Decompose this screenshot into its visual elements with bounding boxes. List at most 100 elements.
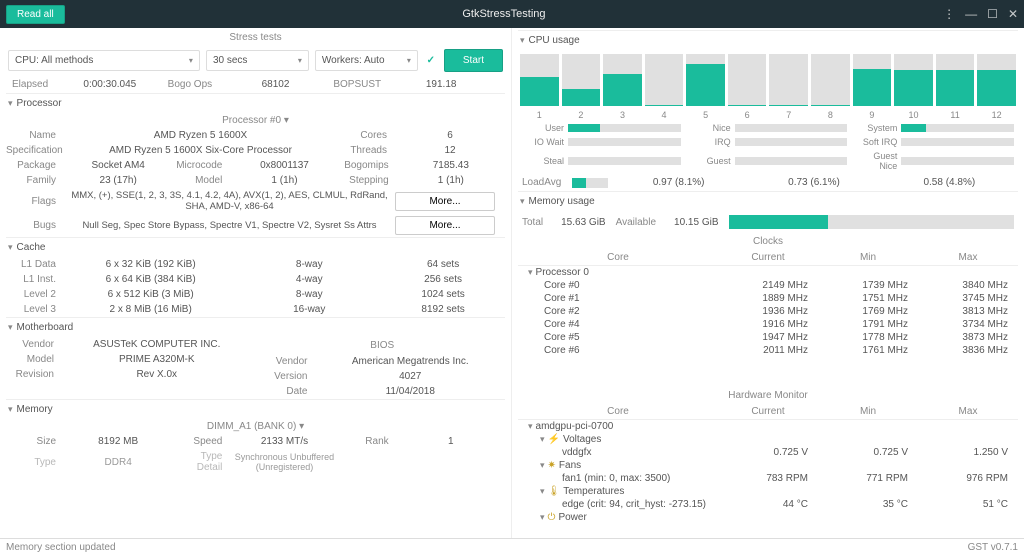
menu-icon[interactable]: ⋮ <box>943 7 955 21</box>
bios-vendor-value: American Megatrends Inc. <box>316 356 506 367</box>
proc-family-label: Family <box>6 175 64 186</box>
mem-rank-value: 1 <box>397 436 505 447</box>
cache-row: L1 Data6 x 32 KiB (192 KiB)8-way64 sets <box>6 257 505 272</box>
thermometer-icon: 🌡 <box>548 486 561 497</box>
check-icon[interactable]: ✓ <box>424 54 438 68</box>
statusbar: Memory section updated GST v0.7.1 <box>0 538 1024 556</box>
proc-spec-value: AMD Ryzen 5 1600X Six-Core Processor <box>64 145 337 156</box>
hwmon-voltages-node[interactable]: ▾⚡Voltages <box>518 433 1018 446</box>
cpu-meter-io-wait: IO Wait <box>522 136 681 148</box>
memory-bank-dropdown[interactable]: DIMM_A1 (BANK 0) ▾ <box>6 419 505 434</box>
proc-threads-label: Threads <box>337 145 395 156</box>
proc-threads-value: 12 <box>395 145 505 156</box>
cpu-method-dropdown[interactable]: CPU: All methods▾ <box>8 50 200 71</box>
loadavg-label: LoadAvg <box>522 177 566 188</box>
proc-cores-value: 6 <box>395 130 505 141</box>
proc-bugs-label: Bugs <box>6 220 64 231</box>
cpu-bar <box>853 54 892 106</box>
proc-flags-value: MMX, (+), SSE(1, 2, 3, 3S, 4.1, 4.2, 4A)… <box>64 190 395 212</box>
bios-header: BIOS <box>260 337 506 354</box>
power-icon: ⏻ <box>548 512 556 523</box>
bios-version-value: 4027 <box>316 371 506 382</box>
bugs-more-button[interactable]: More... <box>395 216 495 235</box>
cpu-meter-guest-nice: Guest Nice <box>855 150 1014 172</box>
hwmon-power-node[interactable]: ▾⏻Power <box>518 511 1018 524</box>
loadavg-bar-1 <box>572 178 608 188</box>
mb-model-value: PRIME A320M-K <box>62 354 252 365</box>
cpu-bar <box>520 54 559 106</box>
read-all-button[interactable]: Read all <box>6 5 65 24</box>
memory-usage-section-header[interactable]: Memory usage <box>518 191 1018 211</box>
clocks-proc-node[interactable]: ▾Processor 0 <box>518 266 1018 279</box>
right-column: CPU usage 123456789101112 UserNiceSystem… <box>512 28 1024 538</box>
mb-model-label: Model <box>6 354 62 365</box>
hwmon-edge-row: edge (crit: 94, crit_hyst: -273.15)44 °C… <box>518 498 1018 511</box>
cpu-bar <box>894 54 933 106</box>
minimize-icon[interactable]: — <box>965 7 977 21</box>
cpu-meter-user: User <box>522 122 681 134</box>
cpu-bar <box>603 54 642 106</box>
mb-rev-value: Rev X.0x <box>62 369 252 380</box>
hwmon-fans-node[interactable]: ▾✷Fans <box>518 459 1018 472</box>
processor-section-header[interactable]: Processor <box>6 93 505 113</box>
clock-row: Core #51947 MHz1778 MHz3873 MHz <box>518 331 1018 344</box>
mem-speed-label: Speed <box>172 436 230 447</box>
clock-row: Core #02149 MHz1739 MHz3840 MHz <box>518 279 1018 292</box>
memory-section-header[interactable]: Memory <box>6 399 505 419</box>
mem-avail-value: 10.15 GiB <box>674 217 718 228</box>
proc-bugs-value: Null Seg, Spec Store Bypass, Spectre V1,… <box>64 220 395 231</box>
bios-vendor-label: Vendor <box>260 356 316 367</box>
cpu-meter-grid: UserNiceSystemIO WaitIRQSoft IRQStealGue… <box>518 120 1018 174</box>
clock-row: Core #41916 MHz1791 MHz3734 MHz <box>518 318 1018 331</box>
maximize-icon[interactable]: ☐ <box>987 7 998 21</box>
cpu-bar <box>936 54 975 106</box>
cpu-meter-irq: IRQ <box>689 136 848 148</box>
mem-total-label: Total <box>522 217 551 228</box>
hwmon-title: Hardware Monitor <box>518 387 1018 404</box>
bios-date-label: Date <box>260 386 316 397</box>
mem-avail-label: Available <box>616 217 664 228</box>
processor-chip-dropdown[interactable]: Processor #0 ▾ <box>6 113 505 128</box>
loadavg-5: 0.73 (6.1%) <box>749 177 878 188</box>
stress-tests-header: Stress tests <box>6 30 505 45</box>
proc-cores-label: Cores <box>337 130 395 141</box>
hwmon-temps-node[interactable]: ▾🌡Temperatures <box>518 485 1018 498</box>
cpu-usage-bars <box>518 50 1018 110</box>
elapsed-label: Elapsed <box>12 79 52 90</box>
cache-row: L1 Inst.6 x 64 KiB (384 KiB)4-way256 set… <box>6 272 505 287</box>
proc-stepping-label: Stepping <box>339 175 397 186</box>
proc-name-label: Name <box>6 130 64 141</box>
cpu-bar <box>686 54 725 106</box>
cpu-usage-section-header[interactable]: CPU usage <box>518 30 1018 50</box>
hwmon-device-node[interactable]: ▾amdgpu-pci-0700 <box>518 420 1018 433</box>
close-icon[interactable]: ✕ <box>1008 7 1018 21</box>
chevron-down-icon: ▾ <box>407 56 411 65</box>
cache-section-header[interactable]: Cache <box>6 237 505 257</box>
duration-dropdown[interactable]: 30 secs▾ <box>206 50 309 71</box>
bolt-icon: ⚡ <box>548 434 560 445</box>
cpu-bar <box>769 54 808 106</box>
start-button[interactable]: Start <box>444 49 503 72</box>
bios-date-value: 11/04/2018 <box>316 386 506 397</box>
proc-stepping-value: 1 (1h) <box>397 175 505 186</box>
clock-row: Core #62011 MHz1761 MHz3836 MHz <box>518 344 1018 357</box>
loadavg-row: LoadAvg 0.97 (8.1%) 0.73 (6.1%) 0.58 (4.… <box>518 174 1018 191</box>
chevron-down-icon: ▾ <box>189 56 193 65</box>
cpu-bar <box>562 54 601 106</box>
statusbar-right: GST v0.7.1 <box>968 542 1018 553</box>
proc-microcode-label: Microcode <box>172 160 230 171</box>
motherboard-section-header[interactable]: Motherboard <box>6 317 505 337</box>
mem-speed-value: 2133 MT/s <box>230 436 338 447</box>
proc-family-value: 23 (17h) <box>64 175 172 186</box>
bios-version-label: Version <box>260 371 316 382</box>
workers-dropdown[interactable]: Workers: Auto▾ <box>315 50 418 71</box>
cpu-bar <box>645 54 684 106</box>
cpu-usage-labels: 123456789101112 <box>518 110 1018 120</box>
mem-rank-label: Rank <box>339 436 397 447</box>
left-column: Stress tests CPU: All methods▾ 30 secs▾ … <box>0 28 512 538</box>
flags-more-button[interactable]: More... <box>395 192 495 211</box>
hwmon-fan1-row: fan1 (min: 0, max: 3500)783 RPM771 RPM97… <box>518 472 1018 485</box>
clock-row: Core #21936 MHz1769 MHz3813 MHz <box>518 305 1018 318</box>
proc-model-label: Model <box>172 175 230 186</box>
mem-type-label: Type <box>6 457 64 468</box>
